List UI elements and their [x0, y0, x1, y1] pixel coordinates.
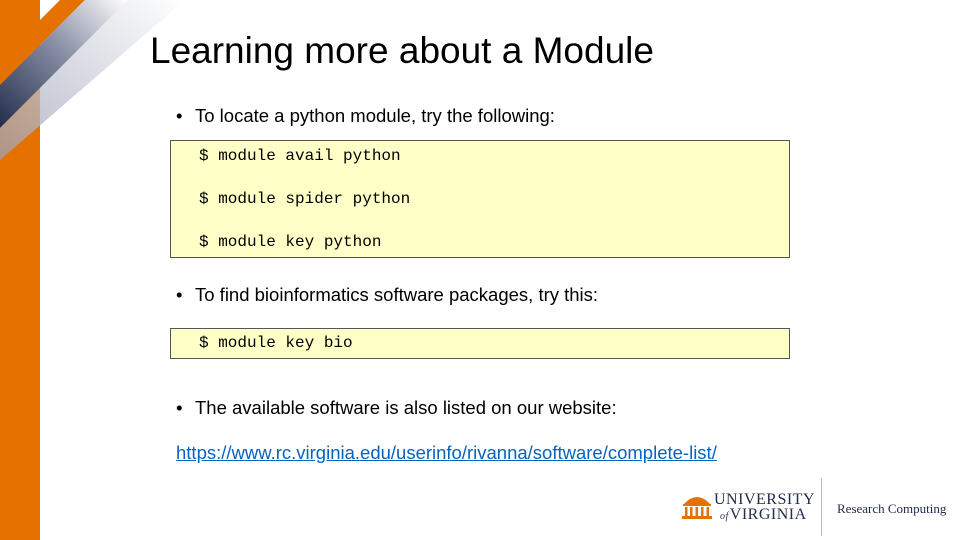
code-line: $ module key python — [199, 233, 382, 251]
code-block: $ module key bio — [170, 328, 790, 359]
software-list-link[interactable]: https://www.rc.virginia.edu/userinfo/riv… — [176, 442, 717, 464]
code-block: $ module avail python $ module spider py… — [170, 140, 790, 258]
rotunda-icon — [682, 497, 712, 519]
bullet-item: • To find bioinformatics software package… — [176, 284, 598, 306]
bullet-text: To locate a python module, try the follo… — [195, 105, 555, 126]
uva-wordmark: UNIVERSITY ofVIRGINIA — [714, 492, 815, 524]
code-line: $ module key bio — [199, 334, 353, 352]
bullet-dot: • — [176, 284, 183, 305]
bullet-text: The available software is also listed on… — [195, 397, 617, 418]
uva-wordmark-line2: ofVIRGINIA — [714, 507, 815, 524]
uva-wordmark-line1: UNIVERSITY — [714, 491, 815, 508]
footer-logo: UNIVERSITY ofVIRGINIA Research Computing — [682, 478, 952, 538]
bullet-item: • The available software is also listed o… — [176, 397, 617, 419]
slide-title: Learning more about a Module — [150, 30, 654, 71]
bullet-dot: • — [176, 397, 183, 418]
uva-wordmark-of: of — [720, 511, 729, 522]
bullet-item: • To locate a python module, try the foll… — [176, 105, 555, 127]
logo-divider — [821, 478, 822, 536]
code-line: $ module avail python — [199, 147, 401, 165]
code-line: $ module spider python — [199, 190, 411, 208]
bullet-dot: • — [176, 105, 183, 126]
bullet-text: To find bioinformatics software packages… — [195, 284, 599, 305]
uva-wordmark-virginia: VIRGINIA — [729, 506, 807, 523]
department-name: Research Computing — [837, 501, 947, 516]
